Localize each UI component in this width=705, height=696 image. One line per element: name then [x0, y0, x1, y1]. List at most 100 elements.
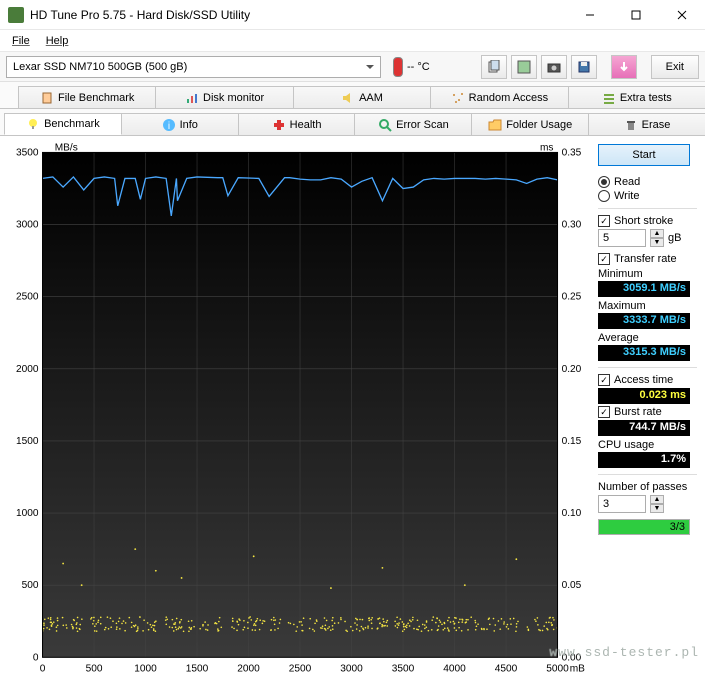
- watermark: www.ssd-tester.pl: [549, 645, 699, 660]
- tab-info[interactable]: iInfo: [121, 113, 239, 135]
- svg-text:0: 0: [33, 652, 39, 663]
- maximize-button[interactable]: [613, 0, 659, 30]
- titlebar: HD Tune Pro 5.75 - Hard Disk/SSD Utility: [0, 0, 705, 30]
- radio-write[interactable]: Write: [598, 190, 697, 202]
- file-icon: [40, 91, 54, 105]
- radio-read[interactable]: Read: [598, 176, 697, 188]
- svg-text:2000: 2000: [237, 664, 260, 675]
- info-icon: i: [162, 118, 176, 132]
- thermometer-icon: [393, 57, 403, 77]
- svg-text:2500: 2500: [16, 292, 39, 303]
- svg-text:0.30: 0.30: [562, 220, 582, 231]
- exit-button[interactable]: Exit: [651, 55, 699, 79]
- side-panel: Start Read Write Short stroke ▲▼gB Trans…: [592, 140, 697, 688]
- svg-text:0.15: 0.15: [562, 436, 582, 447]
- svg-text:1500: 1500: [16, 436, 39, 447]
- progress-bar: 3/3: [598, 519, 690, 535]
- copy-screenshot-button[interactable]: [511, 55, 537, 79]
- passes-input[interactable]: [598, 495, 646, 513]
- tab-folder-usage[interactable]: Folder Usage: [471, 113, 589, 135]
- tab-random-access[interactable]: Random Access: [430, 86, 568, 108]
- svg-text:0.35: 0.35: [562, 147, 582, 158]
- chart-icon: [185, 91, 199, 105]
- tab-extra-tests[interactable]: Extra tests: [568, 86, 705, 108]
- svg-text:ms: ms: [540, 142, 554, 153]
- tab-benchmark[interactable]: Benchmark: [4, 113, 122, 135]
- access-value: 0.023 ms: [598, 388, 690, 404]
- check-short-stroke[interactable]: Short stroke: [598, 215, 697, 227]
- cpu-value: 1.7%: [598, 452, 690, 468]
- svg-text:0.10: 0.10: [562, 508, 582, 519]
- tab-row-top: File Benchmark Disk monitor AAM Random A…: [0, 82, 705, 109]
- stroke-spinner[interactable]: ▲▼gB: [598, 229, 697, 247]
- start-button[interactable]: Start: [598, 144, 690, 166]
- tab-row-bottom: Benchmark iInfo Health Error Scan Folder…: [0, 109, 705, 136]
- svg-text:0.20: 0.20: [562, 364, 582, 375]
- temp-value: -- °C: [407, 61, 430, 73]
- check-icon: [598, 406, 610, 418]
- tab-health[interactable]: Health: [238, 113, 356, 135]
- tab-erase[interactable]: Erase: [588, 113, 705, 135]
- menu-file[interactable]: File: [6, 33, 36, 49]
- check-burst-rate[interactable]: Burst rate: [598, 406, 697, 418]
- app-icon: [8, 7, 24, 23]
- speaker-icon: [341, 91, 355, 105]
- minimum-label: Minimum: [598, 268, 697, 280]
- toolbar: Lexar SSD NM710 500GB (500 gB) -- °C Exi…: [0, 52, 705, 82]
- tab-aam[interactable]: AAM: [293, 86, 431, 108]
- svg-text:0.05: 0.05: [562, 580, 582, 591]
- close-button[interactable]: [659, 0, 705, 30]
- bulb-icon: [26, 117, 40, 131]
- tab-error-scan[interactable]: Error Scan: [354, 113, 472, 135]
- check-icon: [598, 215, 610, 227]
- trash-icon: [624, 118, 638, 132]
- screenshot-button[interactable]: [541, 55, 567, 79]
- check-transfer-rate[interactable]: Transfer rate: [598, 253, 697, 265]
- svg-text:1000: 1000: [16, 508, 39, 519]
- list-icon: [602, 91, 616, 105]
- passes-spinner[interactable]: ▲▼: [598, 495, 697, 513]
- benchmark-chart: 0500100015002000250030003500400045005000…: [4, 140, 592, 688]
- cpu-label: CPU usage: [598, 439, 697, 451]
- tab-disk-monitor[interactable]: Disk monitor: [155, 86, 293, 108]
- chart-area: 0500100015002000250030003500400045005000…: [4, 140, 592, 688]
- cross-icon: [272, 118, 286, 132]
- temp-display: -- °C: [393, 57, 430, 77]
- svg-text:5000: 5000: [546, 664, 569, 675]
- device-dropdown[interactable]: Lexar SSD NM710 500GB (500 gB): [6, 56, 381, 78]
- content: 0500100015002000250030003500400045005000…: [0, 136, 705, 696]
- average-value: 3315.3 MB/s: [598, 345, 690, 361]
- svg-text:3000: 3000: [340, 664, 363, 675]
- radio-icon: [598, 190, 610, 202]
- maximum-label: Maximum: [598, 300, 697, 312]
- window-title: HD Tune Pro 5.75 - Hard Disk/SSD Utility: [30, 8, 567, 22]
- check-icon: [598, 253, 610, 265]
- svg-text:2500: 2500: [289, 664, 312, 675]
- svg-text:4000: 4000: [443, 664, 466, 675]
- svg-text:2000: 2000: [16, 364, 39, 375]
- passes-label: Number of passes: [598, 481, 697, 493]
- dots-icon: [451, 91, 465, 105]
- average-label: Average: [598, 332, 697, 344]
- check-icon: [598, 374, 610, 386]
- stroke-input[interactable]: [598, 229, 646, 247]
- options-button[interactable]: [611, 55, 637, 79]
- check-access-time[interactable]: Access time: [598, 374, 697, 386]
- folder-icon: [488, 118, 502, 132]
- maximum-value: 3333.7 MB/s: [598, 313, 690, 329]
- save-button[interactable]: [571, 55, 597, 79]
- svg-text:mB: mB: [570, 664, 585, 675]
- svg-text:3000: 3000: [16, 220, 39, 231]
- menu-help[interactable]: Help: [40, 33, 75, 49]
- menubar: File Help: [0, 30, 705, 52]
- svg-text:0.25: 0.25: [562, 292, 582, 303]
- svg-text:500: 500: [86, 664, 103, 675]
- svg-text:1000: 1000: [134, 664, 157, 675]
- svg-text:500: 500: [22, 580, 39, 591]
- tab-file-benchmark[interactable]: File Benchmark: [18, 86, 156, 108]
- minimize-button[interactable]: [567, 0, 613, 30]
- burst-value: 744.7 MB/s: [598, 420, 690, 436]
- svg-text:3500: 3500: [16, 147, 39, 158]
- copy-info-button[interactable]: [481, 55, 507, 79]
- svg-text:MB/s: MB/s: [55, 142, 78, 153]
